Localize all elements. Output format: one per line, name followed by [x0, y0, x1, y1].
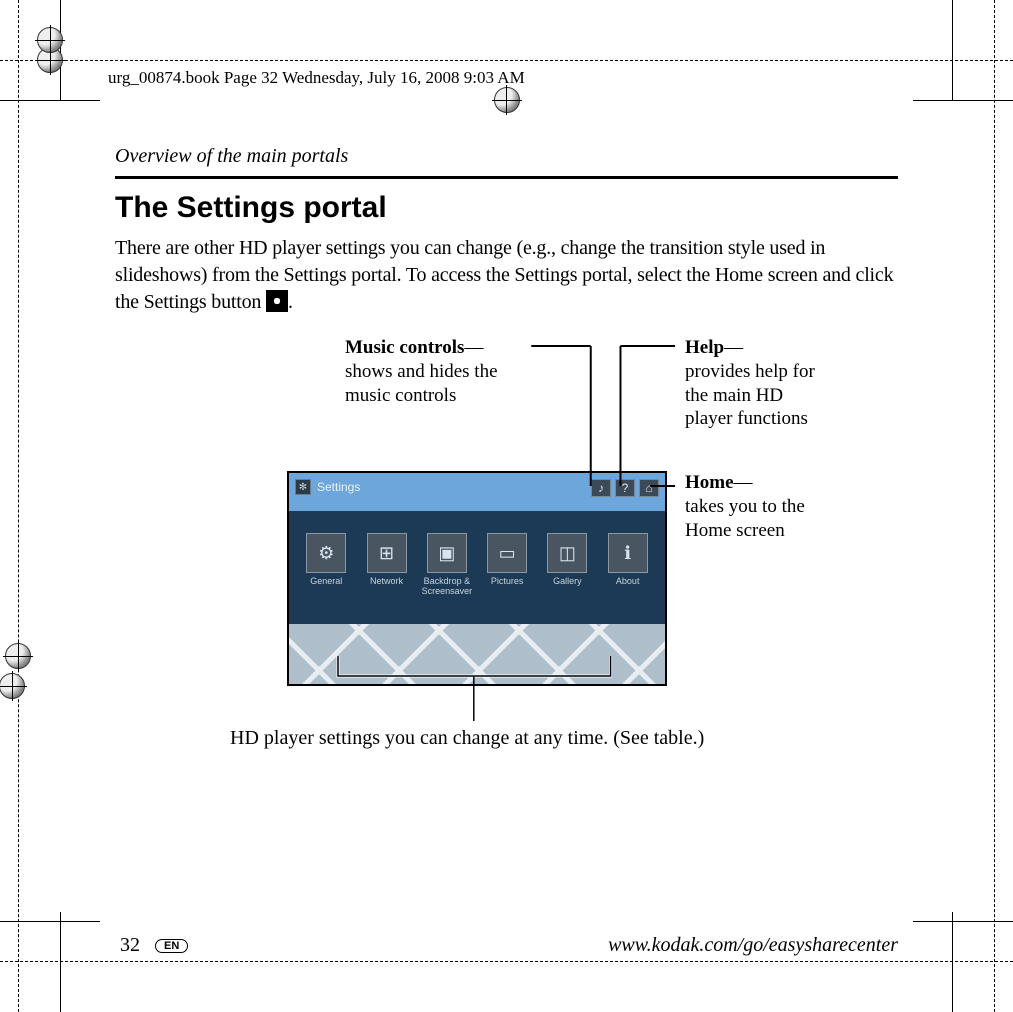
crop-tick: [0, 921, 100, 922]
registration-mark-icon: [0, 671, 27, 701]
tile-icon: ℹ: [608, 533, 648, 573]
page-footer: 32 EN www.kodak.com/go/easysharecenter: [120, 934, 898, 957]
callout-lead: Music controls: [345, 337, 464, 358]
tile-label: General: [310, 577, 342, 587]
callout-body: shows and hides the music controls: [345, 361, 498, 406]
tile-general: ⚙ General: [303, 533, 349, 597]
tile-label: Network: [370, 577, 403, 587]
page-content: Overview of the main portals The Setting…: [115, 145, 898, 912]
annotated-diagram: Music controls— shows and hides the musi…: [115, 336, 898, 766]
screenshot-titlebar: ✻ Settings: [295, 479, 360, 495]
intro-text-pre: There are other HD player settings you c…: [115, 237, 893, 313]
callout-music-controls: Music controls— shows and hides the musi…: [345, 336, 535, 407]
callout-home: Home— takes you to the Home screen: [685, 471, 835, 542]
tile-backdrop: ▣ Backdrop & Screensaver: [424, 533, 470, 597]
gear-icon: ✻: [295, 479, 311, 495]
intro-text-post: .: [288, 291, 293, 313]
gear-icon: [266, 290, 288, 312]
crop-tick: [0, 100, 100, 101]
tile-about: ℹ About: [605, 533, 651, 597]
footer-url: www.kodak.com/go/easysharecenter: [608, 934, 898, 957]
registration-mark-icon: [35, 25, 65, 55]
registration-mark-icon: [492, 85, 522, 115]
tile-icon: ▭: [487, 533, 527, 573]
tile-label: Backdrop & Screensaver: [422, 577, 473, 597]
framemaker-header: urg_00874.book Page 32 Wednesday, July 1…: [108, 68, 525, 88]
home-icon: ⌂: [639, 479, 659, 497]
tile-gallery: ◫ Gallery: [544, 533, 590, 597]
music-icon: ♪: [591, 479, 611, 497]
tile-icon: ▣: [427, 533, 467, 573]
screenshot-top-icons: ♪ ? ⌂: [591, 479, 659, 497]
callout-dash: —: [464, 337, 483, 358]
crop-guide-right: [994, 0, 995, 1012]
crop-guide-left: [18, 0, 19, 1012]
settings-tiles: ⚙ General ⊞ Network ▣ Backdrop & Screens…: [289, 533, 665, 597]
screenshot-title: Settings: [317, 480, 360, 494]
crop-guide-top: [0, 60, 1013, 61]
callout-dash: —: [734, 472, 753, 493]
crop-tick: [913, 100, 1013, 101]
help-icon: ?: [615, 479, 635, 497]
page-number: 32: [120, 934, 140, 956]
tile-icon: ◫: [547, 533, 587, 573]
settings-screenshot: ✻ Settings ♪ ? ⌂ ⚙ General ⊞ Network ▣: [287, 471, 667, 686]
tile-icon: ⊞: [367, 533, 407, 573]
page-title: The Settings portal: [115, 191, 898, 225]
callout-settings-row: HD player settings you can change at any…: [230, 726, 750, 751]
callout-lead: Home: [685, 472, 734, 493]
tile-pictures: ▭ Pictures: [484, 533, 530, 597]
tile-label: Pictures: [491, 577, 524, 587]
footer-left: 32 EN: [120, 934, 188, 957]
crop-tick: [60, 912, 61, 1012]
callout-help: Help— provides help for the main HD play…: [685, 336, 835, 431]
heading-rule: [115, 176, 898, 179]
crop-tick: [952, 0, 953, 100]
tile-label: About: [616, 577, 640, 587]
crop-guide-bottom: [0, 961, 1013, 962]
callout-body: provides help for the main HD player fun…: [685, 361, 815, 430]
tile-label: Gallery: [553, 577, 582, 587]
registration-mark-icon: [3, 641, 33, 671]
running-head: Overview of the main portals: [115, 145, 898, 168]
callout-lead: Help: [685, 337, 724, 358]
language-badge: EN: [155, 939, 188, 953]
callout-dash: —: [724, 337, 743, 358]
callout-body: takes you to the Home screen: [685, 496, 805, 541]
crop-tick: [913, 921, 1013, 922]
tile-icon: ⚙: [306, 533, 346, 573]
crop-tick: [952, 912, 953, 1012]
intro-paragraph: There are other HD player settings you c…: [115, 235, 898, 316]
tile-network: ⊞ Network: [364, 533, 410, 597]
mountain-backdrop: [289, 624, 665, 684]
